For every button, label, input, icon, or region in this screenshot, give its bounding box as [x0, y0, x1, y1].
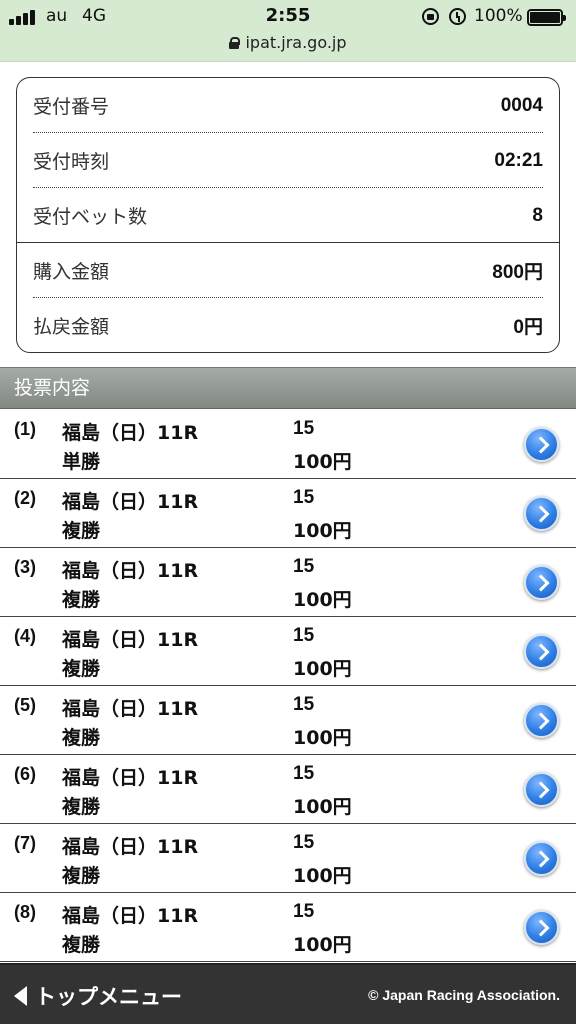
purchase-amount-value: 800円: [492, 262, 543, 283]
bet-horse-number: 15: [293, 556, 315, 577]
orientation-lock-icon: [422, 8, 439, 25]
receipt-number-value: 0004: [500, 94, 543, 116]
bet-number: (3): [14, 557, 36, 577]
bet-type: 複勝: [62, 796, 101, 818]
bet-race: 福島（日）11R: [62, 629, 199, 651]
bet-number: (7): [14, 833, 36, 853]
chevron-right-icon[interactable]: [524, 841, 559, 876]
footer: トップメニュー © Japan Racing Association.: [0, 963, 576, 1024]
bet-type: 単勝: [62, 451, 101, 473]
bet-list: (1) 福島（日）11R 単勝 15 100円 (2) 福島（日）11R 複勝 …: [0, 410, 576, 962]
bet-row[interactable]: (7) 福島（日）11R 複勝 15 100円: [0, 824, 576, 893]
purchase-amount-row: 購入金額 800円: [33, 243, 543, 298]
bet-row[interactable]: (4) 福島（日）11R 複勝 15 100円: [0, 617, 576, 686]
payout-amount-label: 払戻金額: [33, 316, 110, 338]
bet-race: 福島（日）11R: [62, 491, 199, 513]
bet-number: (6): [14, 764, 36, 784]
bet-number: (5): [14, 695, 36, 715]
bet-race: 福島（日）11R: [62, 422, 199, 444]
bet-amount: 100円: [293, 934, 352, 956]
bet-horse-number: 15: [293, 694, 315, 715]
bet-horse-number: 15: [293, 625, 315, 646]
chevron-right-icon[interactable]: [524, 772, 559, 807]
bet-amount: 100円: [293, 865, 352, 887]
bet-count-row: 受付ベット数 8: [33, 188, 543, 243]
bet-horse-number: 15: [293, 832, 315, 853]
chevron-right-icon[interactable]: [524, 703, 559, 738]
bet-amount: 100円: [293, 796, 352, 818]
chevron-right-icon[interactable]: [524, 910, 559, 945]
back-arrow-icon: [14, 986, 27, 1006]
chevron-right-icon[interactable]: [524, 496, 559, 531]
bet-type: 複勝: [62, 727, 101, 749]
bet-race: 福島（日）11R: [62, 905, 199, 927]
receipt-summary-card: 受付番号 0004 受付時刻 02:21 受付ベット数 8 購入金額 800円 …: [16, 77, 560, 353]
bet-row[interactable]: (3) 福島（日）11R 複勝 15 100円: [0, 548, 576, 617]
receipt-number-label: 受付番号: [33, 96, 110, 118]
bet-number: (2): [14, 488, 36, 508]
bet-row[interactable]: (5) 福島（日）11R 複勝 15 100円: [0, 686, 576, 755]
bet-amount: 100円: [293, 727, 352, 749]
bet-number: (1): [14, 419, 36, 439]
bet-amount: 100円: [293, 589, 352, 611]
bet-row[interactable]: (1) 福島（日）11R 単勝 15 100円: [0, 410, 576, 479]
bet-horse-number: 15: [293, 763, 315, 784]
top-menu-link[interactable]: トップメニュー: [14, 981, 182, 1011]
top-menu-label: トップメニュー: [35, 985, 182, 1009]
bet-race: 福島（日）11R: [62, 767, 199, 789]
bet-race: 福島（日）11R: [62, 560, 199, 582]
bet-amount: 100円: [293, 520, 352, 542]
bet-amount: 100円: [293, 451, 352, 473]
receipt-time-row: 受付時刻 02:21: [33, 133, 543, 188]
bet-race: 福島（日）11R: [62, 698, 199, 720]
url-text: ipat.jra.go.jp: [245, 33, 347, 52]
bet-type: 複勝: [62, 865, 101, 887]
bet-type: 複勝: [62, 589, 101, 611]
bet-number: (8): [14, 902, 36, 922]
bet-horse-number: 15: [293, 487, 315, 508]
bet-race: 福島（日）11R: [62, 836, 199, 858]
receipt-time-label: 受付時刻: [33, 151, 110, 173]
bet-row[interactable]: (8) 福島（日）11R 複勝 15 100円: [0, 893, 576, 962]
bet-row[interactable]: (6) 福島（日）11R 複勝 15 100円: [0, 755, 576, 824]
bet-count-value: 8: [532, 204, 543, 226]
bet-type: 複勝: [62, 658, 101, 680]
payout-amount-value: 0円: [513, 317, 543, 338]
bet-count-label: 受付ベット数: [33, 206, 148, 228]
bet-number: (4): [14, 626, 36, 646]
bet-type: 複勝: [62, 520, 101, 542]
status-bar: au 4G 2:55 100% ipat.jra.go.jp: [0, 0, 576, 62]
purchase-amount-label: 購入金額: [33, 261, 110, 283]
section-header: 投票内容: [0, 367, 576, 409]
bet-row[interactable]: (2) 福島（日）11R 複勝 15 100円: [0, 479, 576, 548]
chevron-right-icon[interactable]: [524, 565, 559, 600]
bet-horse-number: 15: [293, 901, 315, 922]
copyright: © Japan Racing Association.: [368, 987, 560, 1003]
receipt-time-value: 02:21: [494, 149, 543, 171]
chevron-right-icon[interactable]: [524, 634, 559, 669]
lock-icon: [229, 37, 241, 49]
battery-icon: [527, 9, 566, 26]
battery-percentage: 100%: [474, 6, 523, 26]
receipt-number-row: 受付番号 0004: [33, 78, 543, 133]
payout-amount-row: 払戻金額 0円: [33, 298, 543, 352]
chevron-right-icon[interactable]: [524, 427, 559, 462]
bet-amount: 100円: [293, 658, 352, 680]
alarm-icon: [449, 8, 466, 25]
bet-horse-number: 15: [293, 418, 315, 439]
address-bar[interactable]: ipat.jra.go.jp: [0, 33, 576, 52]
bet-type: 複勝: [62, 934, 101, 956]
